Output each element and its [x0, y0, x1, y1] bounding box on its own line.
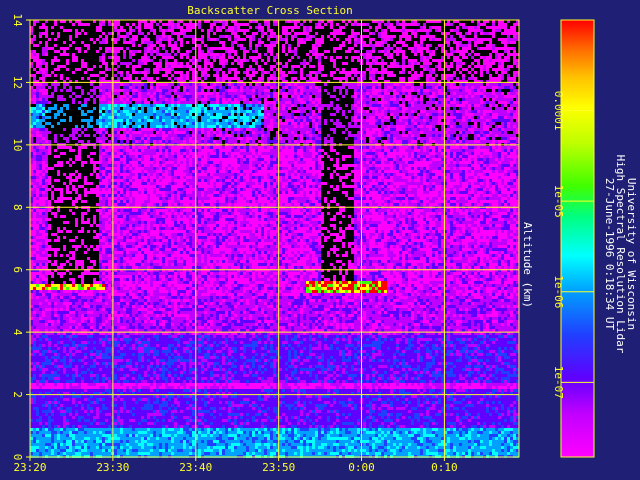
x-tick-label: 0:10: [431, 461, 458, 474]
side-text-timestamp: 27-June-1996 0:18:34 UT: [603, 178, 616, 331]
colorbar-tick-label: 0.0001: [552, 91, 565, 131]
x-tick-label: 23:40: [179, 461, 212, 474]
chart-canvas: Backscatter Cross Section 0 2 4 6 8 10 12 14 23…: [11, 4, 638, 474]
colorbar-tick-label: 1e-06: [552, 275, 565, 308]
y-tick-label: 10: [11, 138, 24, 151]
heatmap-image: [30, 20, 519, 458]
y-axis-label: Altitude (km): [521, 222, 534, 308]
y-tick-label: 8: [11, 204, 24, 211]
chart-title: Backscatter Cross Section: [187, 4, 353, 17]
x-axis: 23:20 23:30 23:40 23:50 0:00 0:10: [13, 457, 458, 474]
y-tick-label: 14: [11, 13, 24, 27]
y-tick-label: 6: [11, 266, 24, 273]
x-tick-label: 23:50: [262, 461, 295, 474]
colorbar-tick-label: 1e-07: [552, 366, 565, 399]
y-tick-label: 12: [11, 76, 24, 89]
x-tick-label: 23:20: [13, 461, 46, 474]
x-tick-label: 0:00: [348, 461, 375, 474]
colorbar-tick-label: 1e-05: [552, 185, 565, 218]
y-tick-label: 2: [11, 391, 24, 398]
y-tick-label: 0: [11, 454, 24, 461]
y-tick-label: 4: [11, 329, 24, 336]
x-tick-label: 23:30: [96, 461, 129, 474]
y-axis: 0 2 4 6 8 10 12 14: [11, 13, 30, 460]
